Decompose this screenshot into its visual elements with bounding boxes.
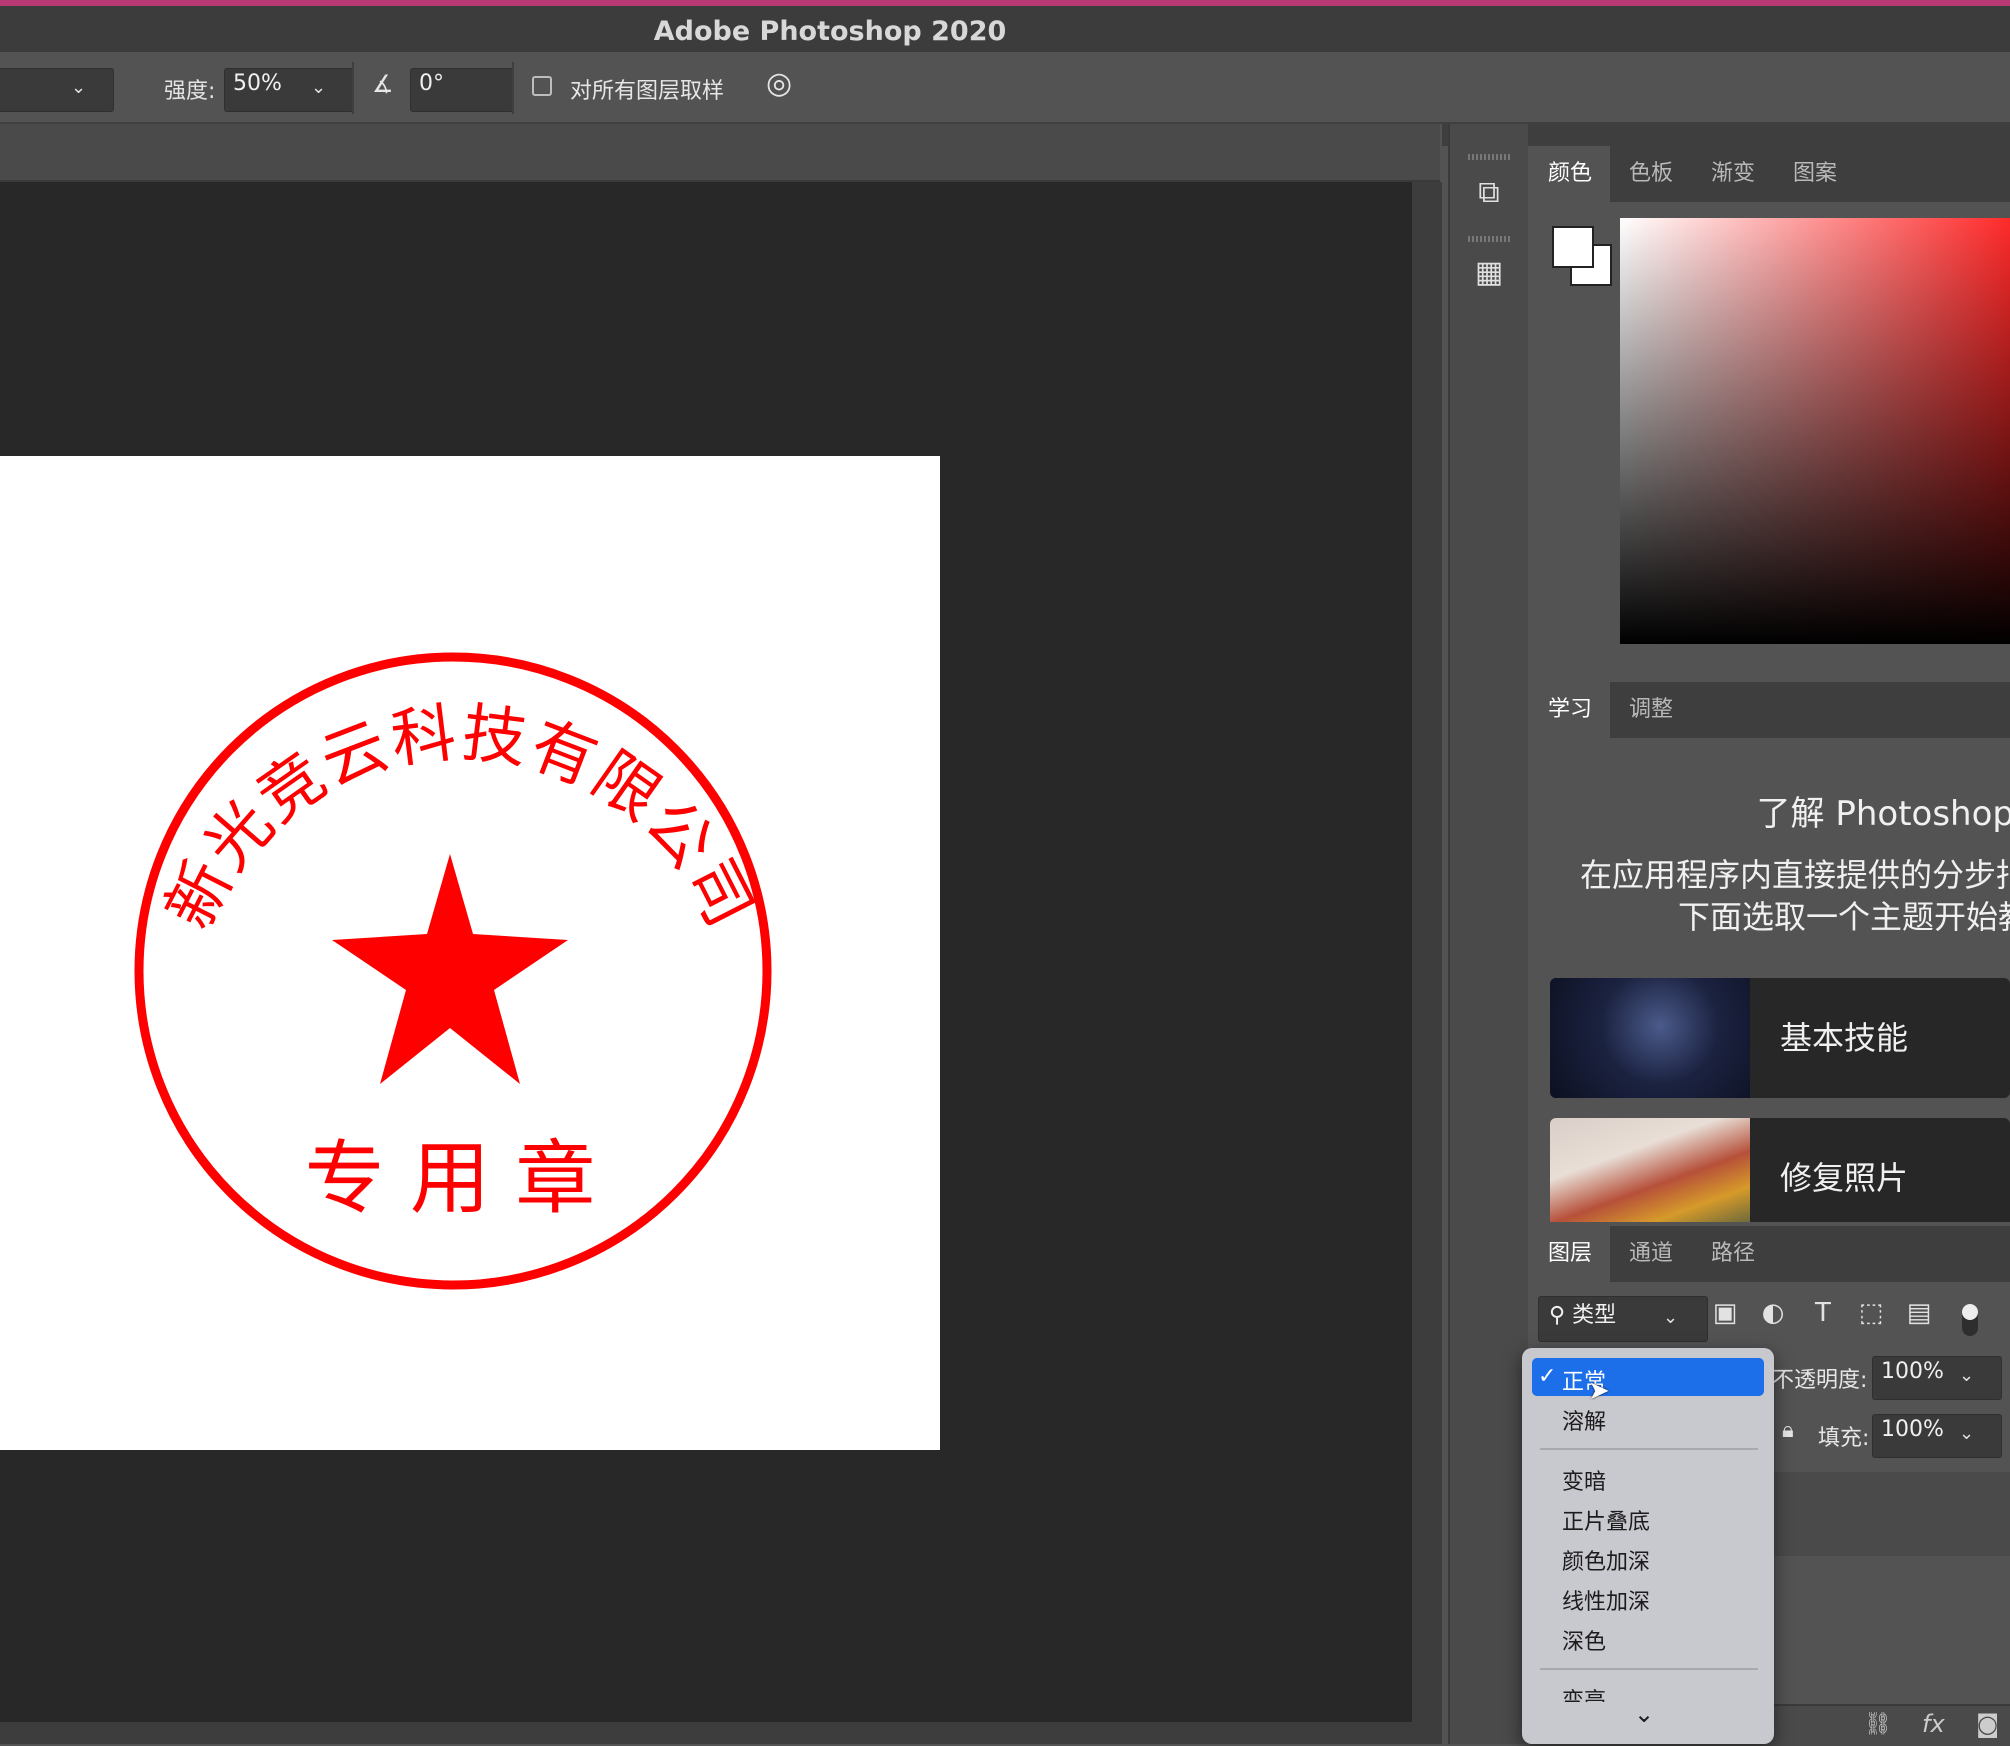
strength-value: 50% xyxy=(233,71,282,96)
opacity-input[interactable]: 100% ⌄ xyxy=(1872,1356,2002,1400)
app-title: Adobe Photoshop 2020 xyxy=(653,16,1007,47)
tool-preset-dropdown[interactable]: ⌄ xyxy=(0,68,114,112)
lock-icon[interactable]: 🔒︎ xyxy=(1782,1418,1794,1443)
chevron-down-icon[interactable]: ⌄ xyxy=(1959,1423,1974,1444)
star-icon xyxy=(332,854,568,1084)
document-tab-strip xyxy=(0,124,1440,182)
check-icon: ✓ xyxy=(1538,1364,1557,1389)
image-filter-icon[interactable]: ▣ xyxy=(1708,1298,1742,1328)
opacity-value: 100% xyxy=(1881,1359,1944,1384)
learn-card-basic-skills[interactable]: 基本技能 xyxy=(1550,978,2010,1098)
angle-value: 0° xyxy=(419,71,444,96)
menu-item-label: 变亮 xyxy=(1562,1689,1607,1702)
opacity-label: 不透明度: xyxy=(1772,1368,1868,1393)
mask-icon[interactable]: ◙ xyxy=(1976,1710,1999,1738)
grip-handle[interactable] xyxy=(1468,154,1510,160)
card-label: 基本技能 xyxy=(1780,1019,1909,1057)
tab-layers[interactable]: 图层 xyxy=(1530,1226,1610,1282)
learn-panel: 学习 调整 了解 Photoshop 在应用程序内直接提供的分步指 下面选取一个… xyxy=(1530,682,2010,1222)
tab-paths[interactable]: 路径 xyxy=(1692,1226,1774,1282)
toggle-knob xyxy=(1962,1304,1978,1320)
tab-learn[interactable]: 学习 xyxy=(1530,682,1610,738)
fill-input[interactable]: 100% ⌄ xyxy=(1872,1414,2002,1458)
stamp-bottom-text: 专 用 章 xyxy=(305,1132,596,1225)
chevron-down-icon[interactable]: ⌄ xyxy=(1959,1365,1974,1386)
color-picker-field[interactable] xyxy=(1620,218,2010,644)
fill-value: 100% xyxy=(1881,1417,1944,1442)
stamp-artwork: 新光竞云科技有限公司 专 用 章 xyxy=(134,652,772,1290)
shape-filter-icon[interactable]: ⬚ xyxy=(1854,1298,1888,1328)
layer-filter-dropdown[interactable]: ⚲ 类型 ⌄ xyxy=(1538,1296,1708,1342)
type-filter-icon[interactable]: T xyxy=(1806,1298,1840,1328)
chevron-down-icon[interactable]: ⌄ xyxy=(311,77,326,98)
menu-item[interactable]: 正片叠底 xyxy=(1562,1504,1650,1536)
strength-input[interactable]: 50% ⌄ xyxy=(224,68,354,112)
cursor-icon: ➤ xyxy=(1588,1376,1610,1406)
tab-patterns[interactable]: 图案 xyxy=(1774,146,1856,202)
chevron-down-icon: ⌄ xyxy=(1663,1307,1679,1328)
panel-dock-column: ⧉ ▦ xyxy=(1448,124,1528,1744)
sample-all-checkbox[interactable] xyxy=(532,76,552,96)
menu-item-selected[interactable]: ✓ 正常 ➤ xyxy=(1532,1358,1764,1406)
tab-swatches[interactable]: 色板 xyxy=(1610,146,1692,202)
filter-toggle[interactable] xyxy=(1962,1304,1978,1336)
options-bar: ⌄ 强度: 50% ⌄ ∡ 0° 对所有图层取样 ◎ xyxy=(0,52,2010,124)
smart-object-filter-icon[interactable]: ▤ xyxy=(1902,1298,1936,1328)
menu-item[interactable]: 颜色加深 xyxy=(1562,1544,1650,1576)
angle-input[interactable]: 0° xyxy=(410,68,514,112)
fix-photo-thumbnail xyxy=(1550,1118,1750,1222)
card-label: 修复照片 xyxy=(1780,1159,1909,1197)
menu-separator xyxy=(1540,1448,1758,1450)
filter-label: 类型 xyxy=(1572,1303,1617,1328)
learn-description-line1: 在应用程序内直接提供的分步指 xyxy=(1580,856,2010,894)
horizontal-scrollbar[interactable] xyxy=(0,1722,1442,1744)
chevron-down-icon: ⌄ xyxy=(71,77,87,98)
fx-icon[interactable]: fx xyxy=(1922,1710,1945,1738)
layers-panel-tabs: 图层 通道 路径 xyxy=(1530,1226,2010,1282)
menu-item[interactable]: 溶解 xyxy=(1562,1404,1606,1436)
history-icon[interactable]: ⧉ xyxy=(1464,168,1514,218)
strength-label: 强度: xyxy=(164,79,216,104)
color-panel: 颜色 色板 渐变 图案 xyxy=(1530,146,2010,678)
tab-adjustments[interactable]: 调整 xyxy=(1610,682,1692,738)
angle-icon: ∡ xyxy=(372,70,394,98)
vertical-scrollbar[interactable] xyxy=(1412,182,1442,1722)
link-icon[interactable]: ⛓ xyxy=(1864,1712,1892,1737)
document-canvas[interactable]: 新光竞云科技有限公司 专 用 章 xyxy=(0,456,940,1450)
title-bar: Adobe Photoshop 2020 xyxy=(0,0,2010,52)
pressure-icon[interactable]: ◎ xyxy=(766,66,792,101)
fill-label: 填充: xyxy=(1818,1426,1870,1451)
menu-separator xyxy=(1540,1668,1758,1670)
tab-channels[interactable]: 通道 xyxy=(1610,1226,1692,1282)
learn-description-line2: 下面选取一个主题开始教 xyxy=(1678,898,2010,936)
menu-item[interactable]: 变暗 xyxy=(1562,1464,1606,1496)
3d-icon[interactable]: ▦ xyxy=(1464,248,1514,298)
menu-item[interactable]: 线性加深 xyxy=(1562,1584,1650,1616)
blend-mode-menu[interactable]: ✓ 正常 ➤ 溶解 变暗 正片叠底 颜色加深 线性加深 深色 变亮 ⌄ xyxy=(1522,1348,1774,1744)
tab-gradients[interactable]: 渐变 xyxy=(1692,146,1774,202)
learn-title: 了解 Photoshop xyxy=(1756,794,2010,834)
learn-card-fix-photo[interactable]: 修复照片 xyxy=(1550,1118,2010,1222)
adjustment-filter-icon[interactable]: ◐ xyxy=(1756,1298,1790,1328)
menu-item-partial[interactable]: 变亮 xyxy=(1562,1688,1606,1702)
learn-panel-tabs: 学习 调整 xyxy=(1530,682,2010,738)
color-panel-tabs: 颜色 色板 渐变 图案 xyxy=(1530,146,2010,202)
grip-handle[interactable] xyxy=(1468,236,1510,242)
scroll-down-chevron-icon[interactable]: ⌄ xyxy=(1634,1700,1654,1728)
divider xyxy=(512,62,514,114)
menu-item[interactable]: 深色 xyxy=(1562,1624,1606,1656)
sample-all-label: 对所有图层取样 xyxy=(570,79,725,104)
search-icon: ⚲ xyxy=(1549,1303,1566,1328)
tab-color[interactable]: 颜色 xyxy=(1530,146,1610,202)
foreground-color-swatch[interactable] xyxy=(1552,226,1594,268)
divider xyxy=(352,62,354,114)
basic-skills-thumbnail xyxy=(1550,978,1750,1098)
